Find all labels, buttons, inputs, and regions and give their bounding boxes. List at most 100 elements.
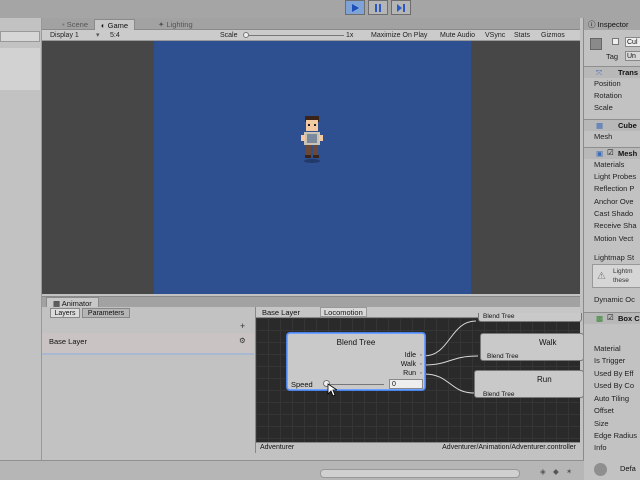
- object-name-field[interactable]: Cul: [625, 37, 640, 47]
- speed-value-field[interactable]: 0: [389, 379, 423, 389]
- renderer-icon: ▣: [596, 149, 604, 158]
- project-search-input[interactable]: [320, 469, 520, 478]
- cube-icon: [590, 38, 602, 50]
- filter-icon[interactable]: ◈: [540, 467, 546, 476]
- project-bottombar: ◈ ◆ ✶: [0, 460, 640, 480]
- play-icon: [352, 3, 359, 12]
- edge-radius-label: Edge Radius: [594, 431, 637, 440]
- blend-tree-node[interactable]: Blend Tree Idle Walk Run ◦ ◦ ◦ Speed 0: [287, 333, 425, 390]
- animator-statusbar: Adventurer Adventurer/Animation/Adventur…: [256, 442, 580, 453]
- layer-settings-icon[interactable]: ⚙: [239, 336, 246, 345]
- info-label[interactable]: Info: [594, 442, 607, 453]
- breadcrumb-base-layer[interactable]: Base Layer: [262, 308, 300, 317]
- breadcrumb-locomotion[interactable]: Locomotion: [320, 307, 367, 317]
- display-select[interactable]: Display 1: [50, 30, 79, 41]
- transform-icon: ⤧: [596, 68, 602, 77]
- transform-position-label: Position: [594, 79, 621, 88]
- hierarchy-search[interactable]: [0, 31, 40, 42]
- used-by-effector-label: Used By Eff: [594, 369, 634, 378]
- box-collider-checkbox[interactable]: ☑: [607, 313, 614, 322]
- dynamic-occluder-label: Dynamic Oc: [594, 295, 635, 304]
- material-sphere-icon: [594, 463, 607, 476]
- run-node-sub: Blend Tree: [483, 391, 515, 398]
- transform-scale-label: Scale: [594, 103, 613, 112]
- star-icon[interactable]: ✶: [566, 467, 572, 476]
- walk-node-sub: Blend Tree: [487, 353, 519, 360]
- scale-label: Scale: [220, 32, 238, 39]
- blend-tree-title: Blend Tree: [336, 338, 376, 347]
- tab-game[interactable]: ◐ Game: [94, 19, 136, 30]
- output-run-port-icon[interactable]: ◦: [420, 370, 422, 377]
- used-by-composite-label: Used By Co: [594, 381, 635, 390]
- aspect-select[interactable]: 5:4: [110, 30, 120, 41]
- stats-toggle[interactable]: Stats: [514, 30, 530, 41]
- scale-slider-track[interactable]: [244, 35, 344, 36]
- mesh-filter-icon: ▦: [596, 121, 604, 130]
- layer-row[interactable]: Base Layer ⚙: [42, 333, 254, 355]
- mute-audio-toggle[interactable]: Mute Audio: [440, 30, 475, 41]
- transform-header[interactable]: ⤧ Trans: [584, 66, 640, 78]
- top-child-sub: Blend Tree: [483, 313, 515, 320]
- hierarchy-panel: [0, 18, 42, 460]
- label-icon[interactable]: ◆: [553, 467, 559, 476]
- scale-value: 1x: [346, 32, 354, 39]
- lightmap-static-label: Lightmap St: [594, 253, 635, 262]
- output-walk-port-icon[interactable]: ◦: [420, 361, 422, 368]
- collider-icon: ▩: [596, 314, 604, 323]
- box-collider-header[interactable]: ▩ ☑ Box C: [584, 312, 640, 324]
- size-label: Size: [594, 419, 609, 428]
- layers-tab[interactable]: Layers: [50, 308, 80, 318]
- default-material-label: Defa: [620, 464, 636, 473]
- pause-button[interactable]: [368, 0, 388, 15]
- display-chevron-icon: ▾: [96, 32, 100, 39]
- info-icon: ⓘ: [588, 20, 598, 29]
- gizmos-dropdown[interactable]: Gizmos: [541, 30, 565, 41]
- step-icon: [397, 3, 405, 12]
- tab-inspector[interactable]: ⓘ Inspector: [588, 19, 628, 30]
- game-toolbar: Display 1 ▾ 5:4 Scale 1x Maximize On Pla…: [42, 30, 580, 41]
- scene-tabbar: ▪ Scene ◐ Game ✦ Lighting: [42, 18, 580, 30]
- mesh-label: Mesh: [594, 132, 613, 141]
- status-object: Adventurer: [260, 444, 295, 451]
- game-viewport[interactable]: [154, 41, 471, 294]
- inspector-footer: Defa: [584, 460, 640, 480]
- transform-rotation-label: Rotation: [594, 91, 622, 100]
- output-walk: Walk: [400, 361, 416, 368]
- reflection-probes-label: Reflection P: [594, 184, 635, 193]
- auto-tiling-label: Auto Tiling: [594, 394, 630, 403]
- mouse-cursor-icon: [327, 383, 337, 397]
- active-checkbox[interactable]: [612, 38, 619, 45]
- is-trigger-label: Is Trigger: [594, 356, 626, 365]
- run-node[interactable]: Run Blend Tree: [474, 370, 584, 398]
- step-button[interactable]: [391, 0, 411, 15]
- offset-label: Offset: [594, 406, 614, 415]
- animator-layers-panel: Layers Parameters + Base Layer ⚙: [42, 307, 256, 453]
- output-idle-port-icon[interactable]: ◦: [420, 352, 422, 359]
- scale-slider-thumb[interactable]: [243, 32, 249, 38]
- mesh-renderer-header[interactable]: ▣ ☑ Mesh: [584, 147, 640, 159]
- add-layer-icon[interactable]: +: [240, 321, 245, 331]
- tab-scene[interactable]: ▪ Scene: [56, 19, 94, 30]
- tab-lighting[interactable]: ✦ Lighting: [152, 19, 199, 30]
- play-button[interactable]: [345, 0, 365, 15]
- main-toolbar: [0, 0, 640, 18]
- run-node-title: Run: [537, 375, 552, 384]
- mesh-renderer-checkbox[interactable]: ☑: [607, 148, 614, 157]
- warning-icon: ⚠: [597, 271, 606, 282]
- cube-filter-header[interactable]: ▦ Cube: [584, 119, 640, 131]
- character-sprite: [301, 116, 323, 163]
- light-probes-label: Light Probes: [594, 172, 637, 181]
- materials-label[interactable]: Materials: [594, 159, 624, 170]
- hierarchy-list: [0, 48, 40, 90]
- motion-vectors-label: Motion Vect: [594, 234, 634, 243]
- top-child-node[interactable]: Blend Tree: [478, 313, 582, 322]
- layer-name: Base Layer: [49, 337, 87, 346]
- tag-dropdown[interactable]: Un: [625, 51, 640, 61]
- lightmap-helpbox: ⚠ Lightm these: [592, 264, 640, 288]
- maximize-on-play-toggle[interactable]: Maximize On Play: [371, 30, 427, 41]
- cast-shadows-label: Cast Shado: [594, 209, 634, 218]
- speed-param-label: Speed: [291, 380, 313, 389]
- parameters-tab[interactable]: Parameters: [82, 308, 130, 318]
- vsync-toggle[interactable]: VSync: [485, 30, 505, 41]
- walk-node[interactable]: Walk Blend Tree: [480, 333, 584, 361]
